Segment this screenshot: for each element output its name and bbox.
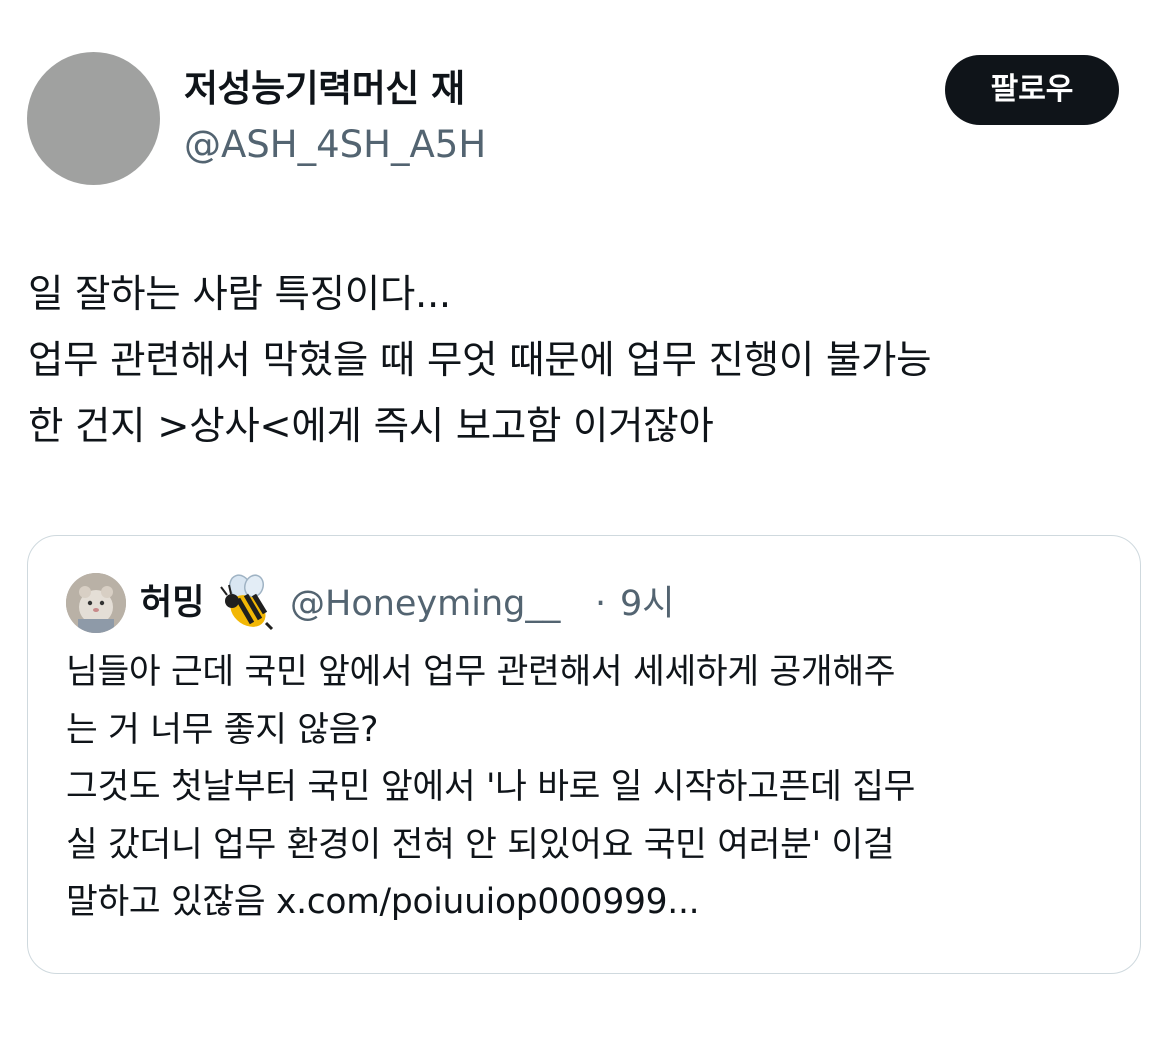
tweet-text-line: 업무 관련해서 막혔을 때 무엇 때문에 업무 진행이 불가능	[28, 338, 932, 383]
author-handle[interactable]: @ASH_4SH_A5H	[184, 120, 486, 170]
quoted-author-avatar[interactable]	[66, 573, 126, 633]
quoted-tweet-text-line: 실 갔더니 업무 환경이 전혀 안 되있어요 국민 여러분' 이걸	[66, 824, 895, 865]
quoted-author-name[interactable]: 허밍	[140, 578, 204, 628]
author-display-name[interactable]: 저성능기력머신 재	[184, 64, 465, 114]
quoted-tweet-time[interactable]: 9시	[620, 579, 674, 629]
bee-icon	[220, 574, 274, 631]
author-avatar[interactable]	[27, 52, 160, 185]
quoted-tweet-card[interactable]: 허밍 @Honeyming__ · 9시 님들아 근데 국민 앞에서 업무 관련…	[27, 535, 1141, 974]
quoted-tweet-text-line: 그것도 첫날부터 국민 앞에서 '나 바로 일 시작하고픈데 집무	[66, 767, 916, 807]
quoted-tweet-text-line: 말하고 있잖음 x.com/poiuuiop000999...	[66, 882, 700, 922]
tweet-text-line: 일 잘하는 사람 특징이다...	[28, 272, 451, 317]
follow-button[interactable]: 팔로우	[945, 55, 1119, 125]
tweet-text-line: 한 건지 >상사<에게 즉시 보고함 이거잖아	[28, 404, 714, 449]
quoted-tweet-text-line: 는 거 너무 좋지 않음?	[66, 709, 379, 750]
quoted-tweet-text-line: 님들아 근데 국민 앞에서 업무 관련해서 세세하게 공개해주	[66, 652, 896, 692]
quoted-tweet-text: 님들아 근데 국민 앞에서 업무 관련해서 세세하게 공개해주 는 거 너무 좋…	[66, 644, 1116, 932]
separator-dot: ·	[595, 584, 607, 624]
tweet-text: 일 잘하는 사람 특징이다... 업무 관련해서 막혔을 때 무엇 때문에 업무…	[28, 262, 1153, 460]
hamster-avatar-icon	[66, 573, 126, 633]
quoted-author-handle[interactable]: @Honeyming__	[290, 579, 560, 629]
